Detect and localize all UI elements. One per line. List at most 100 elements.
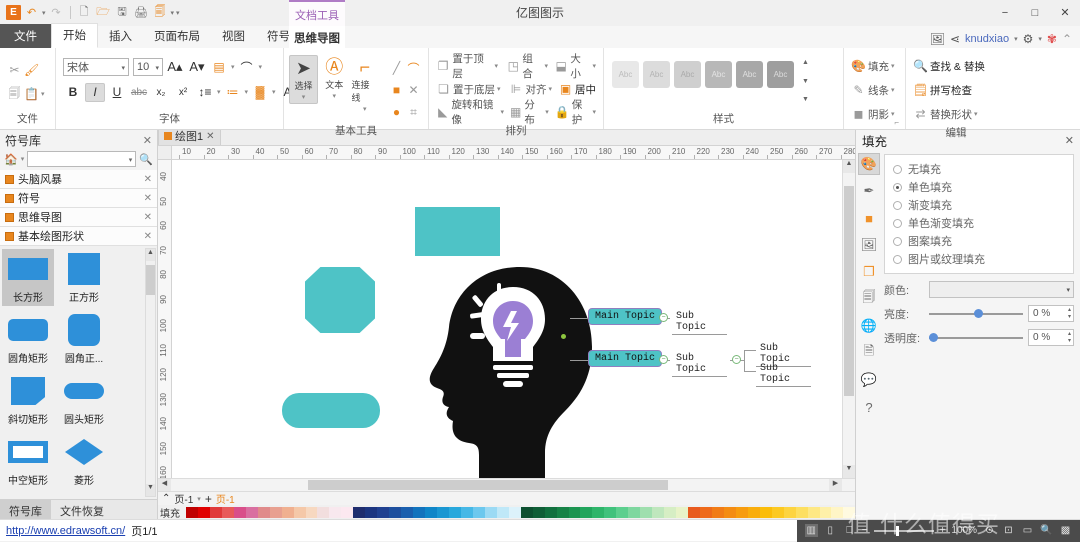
style-swatch[interactable]: Abc xyxy=(705,61,732,88)
color-swatch[interactable] xyxy=(509,507,521,518)
style-swatch[interactable]: Abc xyxy=(736,61,763,88)
send-to-back-icon[interactable]: ❏ xyxy=(436,82,451,96)
tab-page-layout[interactable]: 页面布局 xyxy=(143,25,211,48)
color-swatch[interactable] xyxy=(688,507,700,518)
italic-button[interactable]: I xyxy=(85,83,105,102)
fill-option-picture[interactable]: 图片或纹理填充 xyxy=(893,250,1065,268)
category-basic-shapes[interactable]: 基本绘图形状 ✕ xyxy=(0,227,157,246)
shape-item-hollow-rect[interactable]: 中空矩形 xyxy=(2,432,54,489)
bring-to-front-label[interactable]: 置于顶层 xyxy=(452,51,492,81)
distribute-icon[interactable]: ▦ xyxy=(509,105,522,119)
mindmap-main-topic[interactable]: Main Topic xyxy=(588,350,662,367)
scrollbar-thumb[interactable] xyxy=(844,186,854,396)
search-input[interactable]: ▾ xyxy=(27,151,136,167)
color-palette[interactable] xyxy=(186,507,855,518)
color-swatch[interactable] xyxy=(700,507,712,518)
account-name[interactable]: knudxiao xyxy=(965,33,1009,45)
align-label[interactable]: 对齐 xyxy=(526,82,547,97)
color-swatch[interactable] xyxy=(401,507,413,518)
format-dialog-launcher-icon[interactable]: ⌐ xyxy=(894,118,899,127)
chevron-down-icon[interactable]: ▾ xyxy=(497,85,501,93)
fit-page-icon[interactable]: ⊙ xyxy=(983,524,996,537)
curve-dropdown-icon[interactable]: ▾ xyxy=(259,63,263,71)
zoom-in-button[interactable]: + xyxy=(940,525,946,536)
close-icon[interactable]: ✕ xyxy=(143,134,152,147)
zoom-select-icon[interactable]: 🔍 xyxy=(1040,524,1053,537)
export-dropdown-icon[interactable]: ▾ xyxy=(171,9,175,17)
help-icon[interactable]: ? xyxy=(858,396,880,418)
color-swatch[interactable] xyxy=(198,507,210,518)
curve-text-icon[interactable]: ⌒ xyxy=(237,58,257,77)
color-swatch[interactable] xyxy=(676,507,688,518)
spell-check-label[interactable]: 拼写检查 xyxy=(930,83,972,98)
color-swatch[interactable] xyxy=(306,507,318,518)
category-symbols[interactable]: 符号 ✕ xyxy=(0,189,157,208)
app-badge-icon[interactable]: ✾ xyxy=(1047,32,1057,46)
color-swatch[interactable] xyxy=(485,507,497,518)
chevron-down-icon[interactable]: ▾ xyxy=(495,62,499,70)
transparency-spinner[interactable]: 0 % ▴▾ xyxy=(1028,329,1074,346)
chevron-down-icon[interactable]: ▾ xyxy=(891,110,895,118)
color-swatch[interactable] xyxy=(808,507,820,518)
undo-icon[interactable]: ↶ xyxy=(23,4,40,21)
fill-option-gradient[interactable]: 渐变填充 xyxy=(893,196,1065,214)
color-swatch[interactable] xyxy=(616,507,628,518)
scroll-up-icon[interactable]: ▲ xyxy=(146,249,155,261)
scroll-down-icon[interactable]: ▼ xyxy=(843,465,855,478)
chevron-down-icon[interactable]: ▾ xyxy=(500,108,504,116)
normal-view-icon[interactable]: ▥ xyxy=(805,524,818,537)
color-swatch[interactable] xyxy=(210,507,222,518)
color-select[interactable]: ▾ xyxy=(929,281,1074,298)
line-spacing-icon[interactable]: ↕≡ xyxy=(195,83,215,102)
gallery-icon[interactable]: 🖼 xyxy=(930,32,945,46)
chevron-down-icon[interactable]: ▾ xyxy=(891,86,895,94)
rotate-flip-icon[interactable]: ◣ xyxy=(436,105,449,119)
fill-option-solid[interactable]: 单色填充 xyxy=(893,178,1065,196)
scroll-down-icon[interactable]: ▼ xyxy=(802,78,809,85)
replace-shape-icon[interactable]: ⇄ xyxy=(913,107,928,121)
color-swatch[interactable] xyxy=(640,507,652,518)
grow-font-icon[interactable]: A▴ xyxy=(165,58,185,77)
underline-button[interactable]: U xyxy=(107,83,127,102)
collapse-badge-icon[interactable]: − xyxy=(659,355,668,364)
shape-list-scrollbar[interactable]: ▲ ▼ xyxy=(145,248,156,497)
export-icon[interactable]: 🗐 xyxy=(152,4,169,21)
doc-icon[interactable]: 🗐 xyxy=(858,288,880,310)
color-swatch[interactable] xyxy=(724,507,736,518)
color-swatch[interactable] xyxy=(258,507,270,518)
zoom-out-button[interactable]: − xyxy=(862,525,868,536)
shape-item-cut-rect[interactable]: 斜切矩形 xyxy=(2,371,54,428)
zoom-slider[interactable] xyxy=(874,530,934,532)
radio-icon[interactable] xyxy=(893,165,902,174)
color-swatch[interactable] xyxy=(497,507,509,518)
radio-icon[interactable] xyxy=(893,183,902,192)
color-swatch[interactable] xyxy=(628,507,640,518)
style-swatch[interactable]: Abc xyxy=(643,61,670,88)
bullet-list-icon[interactable]: ≔ xyxy=(223,83,243,102)
shape-item-pill[interactable]: 圆头矩形 xyxy=(58,371,110,428)
mindmap-sub-topic[interactable]: Sub Topic xyxy=(672,311,727,335)
close-button[interactable]: ✕ xyxy=(1050,0,1080,26)
color-swatch[interactable] xyxy=(461,507,473,518)
spell-check-icon[interactable]: 🗒 xyxy=(913,83,928,97)
shrink-font-icon[interactable]: A▾ xyxy=(187,58,207,77)
radio-icon[interactable] xyxy=(893,237,902,246)
shadow-icon[interactable]: ◼ xyxy=(851,107,866,121)
color-swatch[interactable] xyxy=(784,507,796,518)
open-file-icon[interactable]: 🗁 xyxy=(95,4,112,21)
presentation-view-icon[interactable]: ⎕ xyxy=(843,524,856,537)
collapse-badge-icon[interactable]: − xyxy=(732,355,741,364)
align-icon[interactable]: ⊫ xyxy=(509,82,524,96)
scroll-down-icon[interactable]: ▼ xyxy=(146,484,155,496)
font-family-select[interactable]: 宋体 ▾ xyxy=(63,58,129,76)
grid-icon[interactable]: ▩ xyxy=(1059,524,1072,537)
group-label[interactable]: 组合 xyxy=(522,51,542,81)
color-swatch[interactable] xyxy=(389,507,401,518)
bullet-dropdown-icon[interactable]: ▾ xyxy=(245,88,249,96)
center-icon[interactable]: ▣ xyxy=(558,82,573,96)
undo-dropdown-icon[interactable]: ▾ xyxy=(42,9,46,17)
line-icon[interactable]: ╱ xyxy=(389,61,404,75)
color-swatch[interactable] xyxy=(437,507,449,518)
drawing-canvas[interactable]: Main Topic Main Topic − − − Sub Topic Su… xyxy=(172,160,842,478)
style-swatch[interactable]: Abc xyxy=(767,61,794,88)
